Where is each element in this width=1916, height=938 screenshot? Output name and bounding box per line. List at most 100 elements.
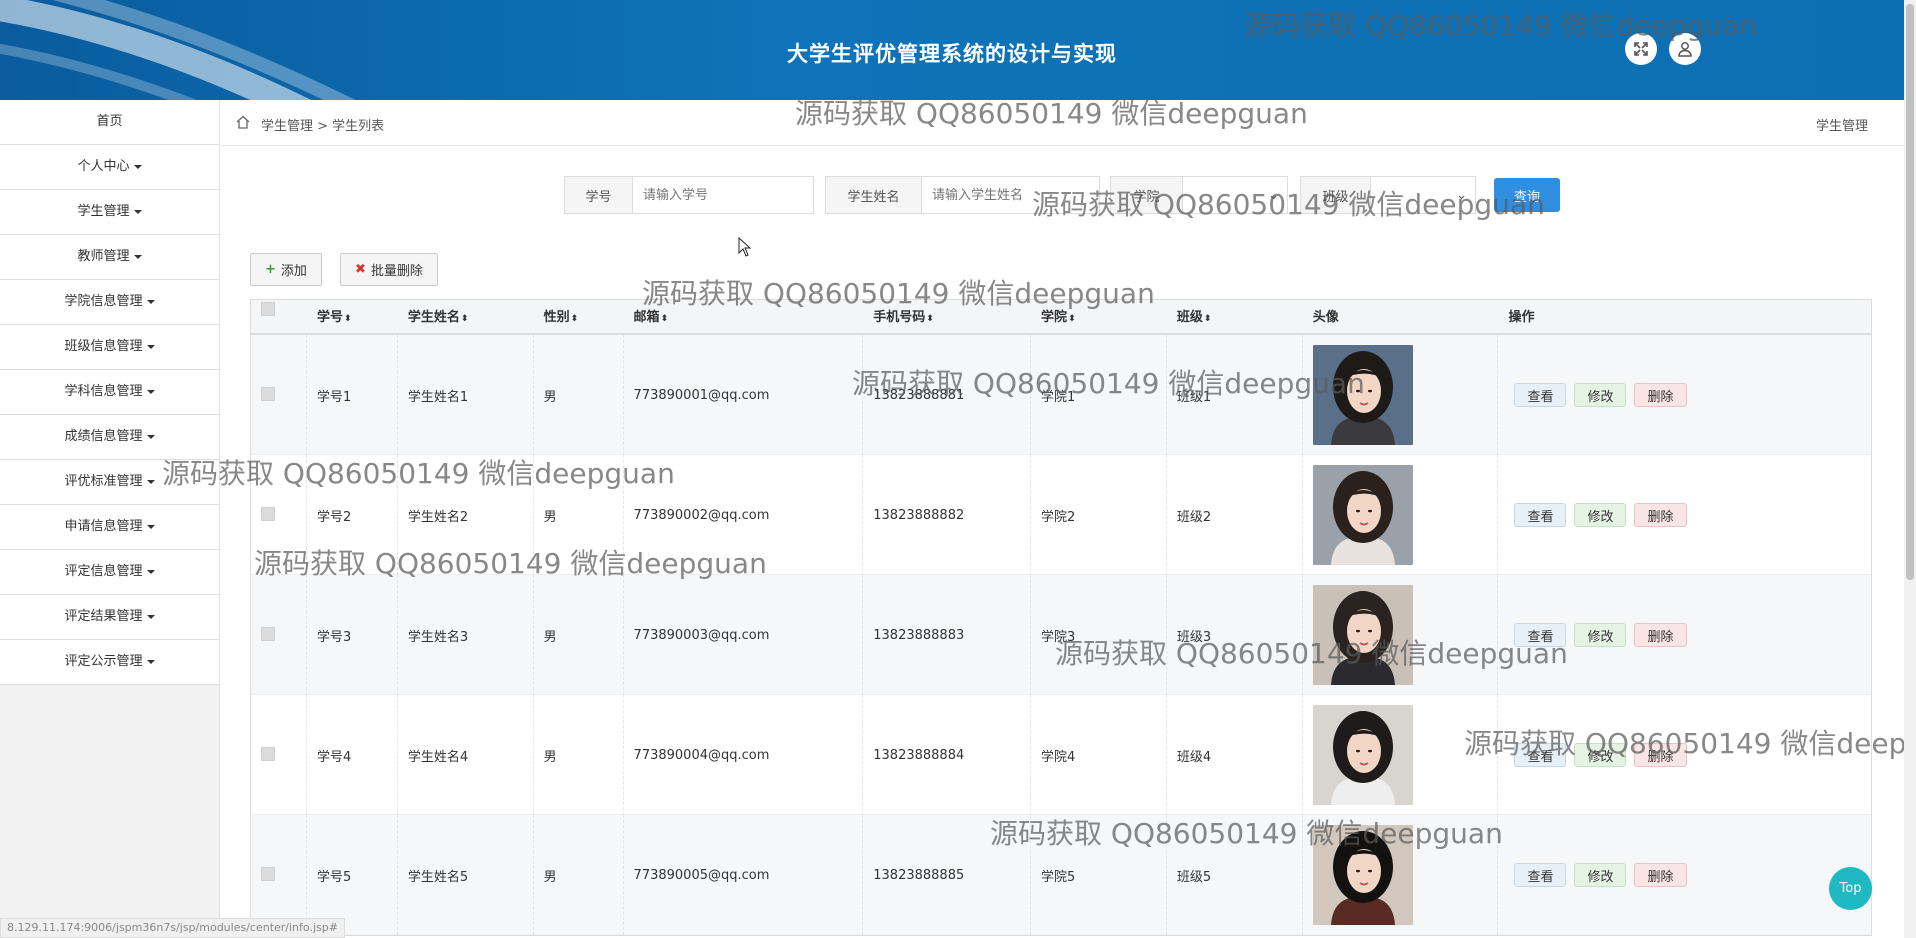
cell-name: 学生姓名5	[398, 815, 534, 935]
column-header[interactable]: 手机号码⬍	[863, 300, 1031, 335]
view-button[interactable]: 查看	[1514, 863, 1567, 887]
cell-id: 学号1	[307, 335, 398, 455]
row-checkbox[interactable]	[261, 507, 275, 521]
view-button[interactable]: 查看	[1514, 383, 1567, 407]
user-icon	[1678, 42, 1692, 57]
row-checkbox[interactable]	[261, 387, 275, 401]
class-dropdown[interactable]: ⌄	[1371, 177, 1475, 213]
caret-down-icon	[146, 569, 155, 574]
column-header[interactable]: 班级⬍	[1167, 300, 1303, 335]
sidebar-item-label: 学生管理	[77, 204, 130, 219]
caret-down-icon	[146, 524, 155, 529]
add-button-label: 添加	[280, 264, 307, 279]
row-checkbox[interactable]	[261, 867, 275, 881]
row-checkbox[interactable]	[261, 747, 275, 761]
fullscreen-button[interactable]	[1625, 33, 1657, 65]
sidebar-item[interactable]: 首页	[0, 100, 219, 145]
student-id-input[interactable]	[633, 177, 813, 213]
sidebar-item-label: 评定公示管理	[64, 654, 143, 669]
sidebar-item[interactable]: 申请信息管理	[0, 505, 219, 550]
sidebar-item[interactable]: 个人中心	[0, 145, 219, 190]
edit-button[interactable]: 修改	[1574, 383, 1627, 407]
page-scrollbar[interactable]	[1904, 0, 1916, 938]
sidebar-menu: 首页 个人中心学生管理教师管理 学院信息管理 班级信息管理学科信息管理成绩信息管理 评优…	[0, 100, 220, 938]
mouse-cursor-icon	[738, 237, 752, 257]
delete-button[interactable]: 删除	[1634, 503, 1687, 527]
edit-button[interactable]: 修改	[1574, 503, 1627, 527]
column-header-label: 学院	[1041, 310, 1068, 325]
sort-icon[interactable]: ⬍	[461, 314, 469, 324]
row-select-cell	[251, 455, 307, 575]
edit-button[interactable]: 修改	[1574, 743, 1627, 767]
column-header-label: 学生姓名	[407, 310, 460, 325]
scrollbar-thumb[interactable]	[1906, 4, 1914, 580]
student-name-input[interactable]	[922, 177, 1099, 213]
avatar	[1312, 705, 1413, 805]
sort-icon[interactable]: ⬍	[344, 314, 352, 324]
home-icon[interactable]	[235, 114, 251, 130]
class-select[interactable]: 班级 ⌄	[1300, 176, 1476, 214]
row-checkbox[interactable]	[261, 627, 275, 641]
caret-down-icon	[146, 344, 155, 349]
column-header-label: 头像	[1312, 310, 1339, 325]
add-button[interactable]: + 添加	[250, 253, 322, 286]
delete-button[interactable]: 删除	[1634, 863, 1687, 887]
view-button[interactable]: 查看	[1514, 623, 1567, 647]
cell-class: 班级5	[1167, 815, 1303, 935]
column-header[interactable]: 学号⬍	[307, 300, 398, 335]
chevron-down-icon: ⌄	[1456, 187, 1467, 203]
sidebar-item-label: 学科信息管理	[64, 384, 143, 399]
sort-icon[interactable]: ⬍	[1204, 314, 1212, 324]
sidebar-item[interactable]: 评定结果管理	[0, 595, 219, 640]
caret-down-icon	[146, 389, 155, 394]
cell-avatar	[1303, 335, 1499, 455]
batch-delete-button[interactable]: ✖ 批量删除	[340, 253, 438, 286]
column-header[interactable]: 学院⬍	[1031, 300, 1167, 335]
user-menu-button[interactable]	[1669, 33, 1701, 65]
college-dropdown[interactable]: ⌄	[1183, 177, 1287, 213]
cell-gender: 男	[534, 335, 624, 455]
sidebar-item[interactable]: 评定信息管理	[0, 550, 219, 595]
edit-button[interactable]: 修改	[1574, 863, 1627, 887]
delete-button[interactable]: 删除	[1634, 383, 1687, 407]
sidebar-item[interactable]: 班级信息管理	[0, 325, 219, 370]
sort-icon[interactable]: ⬍	[1068, 314, 1076, 324]
sidebar-item[interactable]: 成绩信息管理	[0, 415, 219, 460]
table-row: 学号5 学生姓名5 男 773890005@qq.com 13823888885 学院5 班…	[251, 815, 1871, 935]
cell-name: 学生姓名3	[398, 575, 534, 695]
view-button[interactable]: 查看	[1514, 743, 1567, 767]
view-button[interactable]: 查看	[1514, 503, 1567, 527]
sidebar-item[interactable]: 评优标准管理	[0, 460, 219, 505]
status-url: 8.129.11.174:9006/jspm36n7s/jsp/modules/…	[0, 918, 345, 938]
sidebar-item[interactable]: 学院信息管理	[0, 280, 219, 325]
delete-button[interactable]: 删除	[1634, 743, 1687, 767]
column-header[interactable]: 邮箱⬍	[624, 300, 864, 335]
sidebar-item[interactable]: 评定公示管理	[0, 640, 219, 685]
cell-phone: 13823888882	[863, 455, 1032, 575]
sidebar-item[interactable]: 学生管理	[0, 190, 219, 235]
query-button[interactable]: 查询	[1494, 178, 1560, 212]
sort-icon[interactable]: ⬍	[661, 314, 669, 324]
expand-icon	[1634, 42, 1648, 56]
edit-button[interactable]: 修改	[1574, 623, 1627, 647]
delete-button[interactable]: 删除	[1634, 623, 1687, 647]
caret-down-icon	[146, 434, 155, 439]
cell-phone: 13823888885	[863, 815, 1032, 935]
select-all-cell	[251, 300, 307, 335]
sort-icon[interactable]: ⬍	[571, 314, 579, 324]
column-header[interactable]: 学生姓名⬍	[398, 300, 534, 335]
sidebar-item[interactable]: 教师管理	[0, 235, 219, 280]
table-row: 学号4 学生姓名4 男 773890004@qq.com 13823888884 学院4 班…	[251, 695, 1871, 815]
cell-name: 学生姓名4	[398, 695, 534, 815]
cell-actions: 查看 修改 删除	[1498, 455, 1871, 575]
cell-college: 学院4	[1031, 695, 1167, 815]
cell-id: 学号3	[307, 575, 398, 695]
cell-email: 773890005@qq.com	[624, 815, 864, 935]
sidebar-item[interactable]: 学科信息管理	[0, 370, 219, 415]
college-select[interactable]: 学院 ⌄	[1110, 176, 1288, 214]
caret-down-icon	[133, 164, 142, 169]
sort-icon[interactable]: ⬍	[926, 314, 934, 324]
select-all-checkbox[interactable]	[261, 302, 275, 316]
back-to-top-button[interactable]: Top	[1829, 867, 1872, 910]
column-header[interactable]: 性别⬍	[534, 300, 624, 335]
